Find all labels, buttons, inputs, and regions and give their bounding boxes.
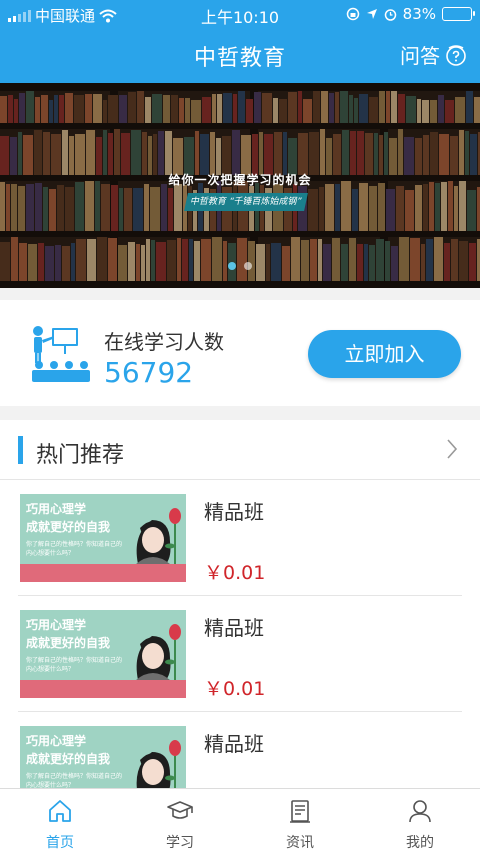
- course-item[interactable]: 巧用心理学成就更好的自我 你了解自己的性格吗？你知道自己的内心想要什么吗？ 精品班: [18, 712, 462, 788]
- tab-label: 我的: [406, 835, 434, 851]
- bottom-tab-bar: 首页 学习 资讯 我的: [0, 788, 480, 853]
- banner-headline: 给你一次把握学习的机会: [168, 173, 312, 187]
- thumbnail-subtitle: 成就更好的自我: [26, 636, 111, 650]
- course-thumbnail: 巧用心理学成就更好的自我 你了解自己的性格吗？你知道自己的内心想要什么吗？: [20, 494, 186, 582]
- tab-label: 首页: [46, 835, 74, 851]
- battery-icon: [442, 7, 475, 21]
- course-price: ￥0.01: [204, 678, 266, 700]
- home-icon: [49, 800, 71, 822]
- qa-label: 问答: [400, 44, 440, 68]
- title-bar: 中哲教育 问答: [0, 28, 480, 83]
- carousel-dots: [0, 262, 480, 270]
- status-right: 83%: [346, 5, 475, 23]
- graduation-cap-icon: [167, 801, 193, 819]
- thumbnail-subtitle: 成就更好的自我: [26, 520, 111, 534]
- location-icon: [366, 9, 377, 19]
- banner-carousel[interactable]: 给你一次把握学习的机会 中哲教育 “千锤百炼始成钢”: [0, 83, 480, 288]
- chevron-right-icon[interactable]: [446, 438, 458, 460]
- learners-count: 56792: [104, 356, 194, 389]
- carousel-dot[interactable]: [228, 262, 236, 270]
- thumbnail-title: 巧用心理学: [26, 734, 87, 748]
- course-thumbnail: 巧用心理学成就更好的自我 你了解自己的性格吗？你知道自己的内心想要什么吗？: [20, 610, 186, 698]
- learners-label: 在线学习人数: [104, 330, 224, 354]
- qa-button[interactable]: 问答: [400, 40, 468, 69]
- course-item[interactable]: 巧用心理学成就更好的自我 你了解自己的性格吗？你知道自己的内心想要什么吗？ 精品班 ￥…: [18, 596, 462, 712]
- section-title: 热门推荐: [36, 443, 125, 468]
- thumbnail-title: 巧用心理学: [26, 502, 87, 516]
- course-price: ￥0.01: [204, 562, 266, 584]
- status-bar: 中国联通 上午10:10 83%: [0, 0, 480, 28]
- banner-tagline: 中哲教育 “千锤百炼始成钢”: [184, 193, 308, 211]
- hot-recommendations: 热门推荐 巧用心理学 成就更好的自我 你了解自己的性格吗？你知道自己的内心想要什么吗…: [0, 420, 480, 788]
- course-name: 精品班: [204, 500, 264, 524]
- course-name: 精品班: [204, 732, 264, 756]
- thumbnail-caption: 你了解自己的性格吗？你知道自己的内心想要什么吗？: [26, 773, 123, 788]
- thumbnail-caption: 你了解自己的性格吗？你知道自己的内心想要什么吗？: [26, 541, 123, 557]
- tab-news[interactable]: 资讯: [240, 789, 360, 853]
- course-item[interactable]: 巧用心理学成就更好的自我 你了解自己的性格吗？你知道自己的内心想要什么吗？ 精品班 ￥…: [18, 480, 462, 596]
- online-learners-card: 在线学习人数 56792 立即加入: [0, 300, 480, 406]
- tab-label: 学习: [166, 835, 194, 851]
- battery-percent: 83%: [402, 5, 436, 23]
- app-header: 中国联通 上午10:10 83% 中哲教育 问答: [0, 0, 480, 83]
- user-icon: [409, 800, 431, 823]
- join-now-button[interactable]: 立即加入: [308, 330, 461, 378]
- alarm-icon: [384, 8, 396, 21]
- section-header[interactable]: 热门推荐: [0, 420, 480, 480]
- tab-home[interactable]: 首页: [0, 789, 120, 853]
- lock-rotation-icon: [346, 7, 359, 21]
- tab-mine[interactable]: 我的: [360, 789, 480, 853]
- course-thumbnail: 巧用心理学成就更好的自我 你了解自己的性格吗？你知道自己的内心想要什么吗？: [20, 726, 186, 788]
- carousel-dot[interactable]: [244, 262, 252, 270]
- tab-label: 资讯: [286, 835, 314, 851]
- banner-tagline-text: 中哲教育 “千锤百炼始成钢”: [189, 197, 303, 207]
- classroom-icon: [32, 326, 90, 382]
- thumbnail-title: 巧用心理学: [26, 618, 87, 632]
- thumbnail-subtitle: 成就更好的自我: [26, 752, 111, 766]
- news-icon: [290, 800, 310, 823]
- course-name: 精品班: [204, 616, 264, 640]
- tab-study[interactable]: 学习: [120, 789, 240, 853]
- section-accent-bar: [18, 436, 23, 464]
- thumbnail-caption: 你了解自己的性格吗？你知道自己的内心想要什么吗？: [26, 657, 123, 673]
- help-circle-icon: [446, 44, 466, 66]
